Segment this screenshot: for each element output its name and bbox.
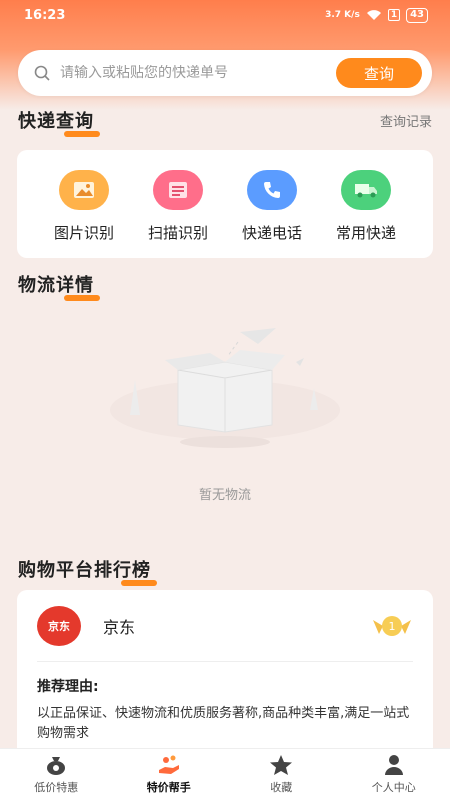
jd-logo-icon: 京东 xyxy=(37,605,81,646)
tab-favorites[interactable]: 收藏 xyxy=(225,749,338,800)
wifi-icon xyxy=(366,10,381,20)
platform-name: 京东 xyxy=(103,617,136,637)
tab-label: 特价帮手 xyxy=(146,781,191,794)
bottom-tab-bar: 低价特惠 特价帮手 收藏 个人中心 xyxy=(0,748,450,800)
tool-label: 快递电话 xyxy=(241,224,302,242)
star-icon xyxy=(270,755,293,775)
ranking-section-title: 购物平台排行榜 xyxy=(18,556,157,586)
battery-icon: 43 xyxy=(406,7,428,23)
reason-text: 以正品保证、快速物流和优质服务著称,商品种类丰富,满足一站式购物需求 xyxy=(37,706,410,741)
tab-label: 收藏 xyxy=(270,781,293,794)
status-time: 16:23 xyxy=(24,7,66,23)
status-icons: 3.7 K/s 1 43 xyxy=(325,7,428,23)
tab-label: 个人中心 xyxy=(371,781,416,794)
moneybag-icon xyxy=(47,757,66,775)
search-icon xyxy=(34,65,50,81)
tool-label: 图片识别 xyxy=(53,224,114,242)
ranking-card[interactable]: 京东 京东 1 推荐理由: 以正品保证、快速物流和优质服务著称,商品种类丰富,满… xyxy=(17,590,433,760)
tool-image-recognition[interactable]: 图片识别 xyxy=(39,150,129,258)
tool-label: 扫描识别 xyxy=(147,224,208,242)
tab-bargain-helper[interactable]: 特价帮手 xyxy=(113,749,226,800)
hand-coin-icon xyxy=(158,755,179,774)
rank-number: 1 xyxy=(389,620,396,633)
status-bar: 16:23 3.7 K/s 1 43 xyxy=(0,0,450,30)
tab-label: 低价特惠 xyxy=(34,781,79,794)
express-title-text: 快递查询 xyxy=(18,111,94,132)
platform-row: 京东 京东 1 xyxy=(37,590,413,662)
truck-icon xyxy=(341,170,391,210)
logistics-title-text: 物流详情 xyxy=(18,275,94,296)
phone-icon xyxy=(247,170,297,210)
tab-low-price[interactable]: 低价特惠 xyxy=(0,749,113,800)
tool-express-phone[interactable]: 快递电话 xyxy=(227,150,317,258)
logistics-section-title: 物流详情 xyxy=(18,271,100,301)
image-icon xyxy=(59,170,109,210)
empty-logistics-text: 暂无物流 xyxy=(198,488,251,503)
tool-label: 常用快递 xyxy=(335,224,396,242)
reason-title: 推荐理由: xyxy=(37,679,99,695)
query-button[interactable]: 查询 xyxy=(336,58,422,88)
network-speed: 3.7 K/s xyxy=(325,10,360,20)
search-bar[interactable]: 查询 xyxy=(18,50,432,96)
empty-box-icon xyxy=(110,328,340,448)
express-section-title: 快递查询 xyxy=(18,107,100,137)
query-history-link[interactable]: 查询记录 xyxy=(380,111,432,130)
tool-scan-recognition[interactable]: 扫描识别 xyxy=(133,150,223,258)
user-icon xyxy=(384,755,403,775)
sim-icon: 1 xyxy=(387,9,401,21)
rank-medal-icon: 1 xyxy=(373,615,411,636)
scan-icon xyxy=(153,170,203,210)
ranking-title-text: 购物平台排行榜 xyxy=(18,560,151,581)
tab-personal-center[interactable]: 个人中心 xyxy=(338,749,450,800)
tool-grid: 图片识别 扫描识别 快递电话 常用快递 xyxy=(17,150,433,258)
tool-common-express[interactable]: 常用快递 xyxy=(321,150,411,258)
